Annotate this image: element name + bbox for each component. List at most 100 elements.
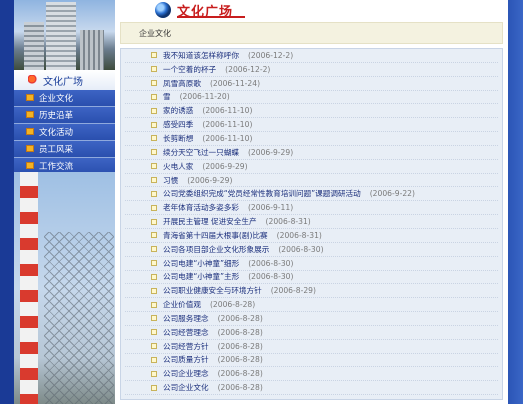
article-link[interactable]: 感受四季 [163,119,193,130]
article-link[interactable]: 公司企业文化 [163,382,209,393]
article-date: (2006-12-2) [225,64,271,74]
title-underline [177,16,245,18]
article-date: (2006-8-28) [217,369,263,379]
article-link[interactable]: 长剪断想 [163,133,193,144]
list-item: 家的诱惑 (2006-11-10) [125,104,498,119]
article-link[interactable]: 我不知道该怎样称呼你 [163,50,239,61]
list-item: 青海省第十四届大根事(剧)比赛 (2006-8-31) [125,229,498,243]
article-link[interactable]: 青海省第十四届大根事(剧)比赛 [163,230,268,241]
sidebar-title-text: 文化广场 [43,76,83,88]
category-bar: 企业文化 [120,22,503,44]
article-link[interactable]: 公司电建“小神童”主形 [163,271,239,282]
main-content: 文化广场 企业文化 我不知道该怎样称呼你 (2006-12-2) 一个空着的杯子 (2… [115,0,508,404]
bullet-square-icon [151,287,157,294]
sidebar-item-label: 员工风采 [39,144,74,155]
sidebar-item-staff[interactable]: 员工风采 [14,141,115,158]
bullet-square-icon [151,204,157,211]
building-photo [14,0,115,70]
sidebar-item-label: 工作交流 [39,161,74,172]
article-link[interactable]: 雪 [163,91,171,102]
article-link[interactable]: 公司经营理念 [163,327,209,338]
sidebar-item-label: 文化活动 [39,127,74,138]
bullet-square-icon [151,384,157,391]
list-item: 公司职业健康安全与环境方针 (2006-8-29) [125,284,498,299]
sidebar-item-history[interactable]: 历史沿革 [14,107,115,124]
article-link[interactable]: 公司各项目部企业文化形象展示 [163,244,269,255]
bullet-square-icon [151,107,157,114]
left-sidebar: 文化广场 企业文化 历史沿革 文化活动 员工风采 工作交流 [14,0,115,404]
list-item: 火电人家 (2006-9-29) [125,160,498,174]
bullet-square-icon [151,149,157,156]
article-link[interactable]: 公司党委组织完成“党员经常性教育培训问题”课题调研活动 [163,188,361,199]
article-link[interactable]: 企业价值观 [163,299,201,310]
right-border [508,0,523,404]
page-frame: 文化广场 企业文化 历史沿革 文化活动 员工风采 工作交流 文化广场 企业文化 … [0,0,523,404]
bullet-square-icon [151,218,157,225]
article-date: (2006-9-29) [247,147,294,157]
article-date: (2006-11-24) [209,78,261,88]
power-tower-photo [14,172,115,404]
list-item: 公司企业文化 (2006-8-28) [125,381,498,396]
article-link[interactable]: 公司经营方针 [163,341,209,352]
article-link[interactable]: 老年体育活动多姿多彩 [163,202,239,213]
list-item: 长剪断想 (2006-11-10) [125,132,498,146]
article-link[interactable]: 家的诱惑 [163,105,193,116]
sidebar-item-corporate-culture[interactable]: 企业文化 [14,90,115,107]
bullet-square-icon [151,370,157,377]
article-date: (2006-8-28) [217,383,263,393]
article-link[interactable]: 公司电建“小神童”细形 [163,258,239,269]
article-date: (2006-8-28) [217,313,263,323]
article-link[interactable]: 续分天空飞过一只蝴蝶 [163,147,239,158]
list-item: 公司质量方针 (2006-8-28) [125,354,498,368]
article-date: (2006-8-28) [217,355,263,365]
list-item: 公司党委组织完成“党员经常性教育培训问题”课题调研活动 (2006-9-22) [125,187,498,202]
article-date: (2006-8-28) [209,300,256,310]
bullet-square-icon [151,273,157,280]
article-link[interactable]: 一个空着的杯子 [163,64,216,75]
list-item: 公司服务理念 (2006-8-28) [125,312,498,326]
bullet-square-icon [151,66,157,73]
bullet-square-icon [151,121,157,128]
list-item: 凤雪高原歌 (2006-11-24) [125,77,498,91]
article-link[interactable]: 公司职业健康安全与环境方针 [163,285,262,296]
article-link[interactable]: 凤雪高原歌 [163,78,201,89]
bullet-square-icon [151,163,157,170]
article-date: (2006-8-30) [278,244,324,254]
article-date: (2006-8-31) [265,217,311,227]
bullet-square-icon [151,232,157,239]
article-link[interactable]: 公司服务理念 [163,313,209,324]
article-date: (2006-8-28) [217,327,263,337]
article-list: 我不知道该怎样称呼你 (2006-12-2) 一个空着的杯子 (2006-12-2) 凤… [120,48,503,400]
article-date: (2006-9-29) [202,161,248,171]
list-item: 公司各项目部企业文化形象展示 (2006-8-30) [125,243,498,257]
bullet-icon [26,111,34,119]
article-link[interactable]: 习惯 [163,175,178,186]
article-date: (2006-8-31) [276,230,322,240]
article-link[interactable]: 公司企业理念 [163,368,209,379]
bullet-square-icon [151,329,157,336]
list-item: 公司电建“小神童”主形 (2006-8-30) [125,271,498,285]
bullet-square-icon [151,356,157,363]
bullet-square-icon [151,343,157,350]
bullet-icon [26,162,34,170]
article-link[interactable]: 开展民主管理 促进安全生产 [163,216,257,227]
bullet-square-icon [151,246,157,253]
sidebar-item-activities[interactable]: 文化活动 [14,124,115,141]
page-header: 文化广场 [115,0,508,20]
bullet-square-icon [151,177,157,184]
article-date: (2006-8-29) [270,286,316,296]
list-item: 开展民主管理 促进安全生产 (2006-8-31) [125,215,498,229]
bullet-icon [26,128,34,136]
section-icon [28,75,38,85]
list-item: 续分天空飞过一只蝴蝶 (2006-9-29) [125,146,498,160]
list-item: 我不知道该怎样称呼你 (2006-12-2) [125,49,498,63]
bullet-square-icon [151,260,157,267]
article-link[interactable]: 火电人家 [163,161,193,172]
bullet-square-icon [151,52,157,59]
list-item: 公司经营方针 (2006-8-28) [125,340,498,354]
sidebar-nav: 企业文化 历史沿革 文化活动 员工风采 工作交流 [14,90,115,175]
list-item: 公司电建“小神童”细形 (2006-8-30) [125,257,498,271]
list-item: 习惯 (2006-9-29) [125,174,498,188]
article-link[interactable]: 公司质量方针 [163,354,209,365]
list-item: 一个空着的杯子 (2006-12-2) [125,63,498,77]
